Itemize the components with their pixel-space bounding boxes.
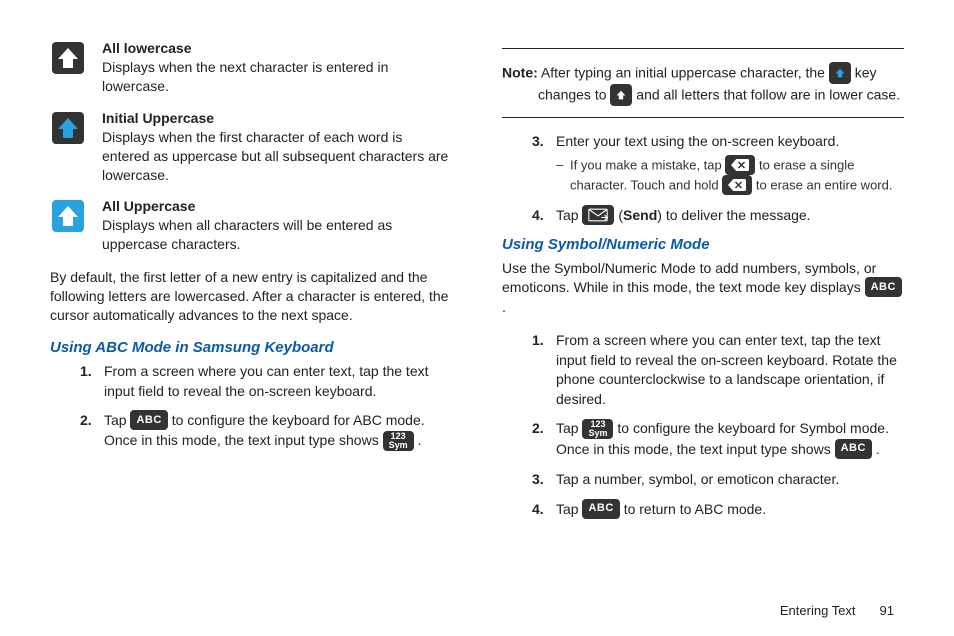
backspace-key-icon (725, 155, 755, 175)
abc-key-icon: ABC (582, 499, 619, 519)
sym-key-icon: 123Sym (383, 431, 414, 451)
step-number: 2. (532, 419, 544, 439)
page-number: 91 (880, 603, 894, 618)
step-text: From a screen where you can enter text, … (556, 332, 897, 407)
abc-mode-steps: 1. From a screen where you can enter tex… (50, 362, 452, 452)
step-number: 1. (80, 362, 92, 382)
backspace-key-icon (722, 175, 752, 195)
shift-all-upper-icon (50, 198, 86, 234)
abc-mode-heading: Using ABC Mode in Samsung Keyboard (50, 339, 452, 356)
s4b: to return to ABC mode. (624, 501, 766, 517)
s2c: . (876, 441, 880, 457)
rule-top (502, 48, 904, 49)
sym-key-icon: 123Sym (582, 419, 613, 439)
abc-key-icon: ABC (130, 410, 167, 430)
shift-initial-upper-icon (610, 84, 632, 106)
page-footer: Entering Text 91 (780, 603, 894, 618)
sub-bullet: If you make a mistake, tap to erase a si… (556, 156, 904, 196)
shift-lowercase-icon (50, 40, 86, 76)
intro-a: Use the Symbol/Numeric Mode to add numbe… (502, 260, 876, 295)
step-number: 3. (532, 470, 544, 490)
shift-lowercase-icon (829, 62, 851, 84)
note-label: Note: (502, 65, 538, 81)
s4d: ) to deliver the message. (657, 207, 810, 223)
note-text-a: After typing an initial uppercase charac… (541, 65, 829, 81)
step-text-c: . (418, 432, 422, 448)
shift-initial-upper-icon (50, 110, 86, 146)
left-column: All lowercase Displays when the next cha… (50, 40, 462, 616)
symbol-mode-steps: 1. From a screen where you can enter tex… (502, 331, 904, 520)
step-text: Tap a number, symbol, or emoticon charac… (556, 471, 839, 487)
def-body: Displays when all characters will be ent… (102, 216, 452, 254)
abc-key-icon: ABC (865, 277, 902, 297)
step-1: 1. From a screen where you can enter tex… (532, 331, 904, 409)
abc-mode-steps-cont: 3. Enter your text using the on-screen k… (502, 132, 904, 226)
send-label: Send (623, 207, 657, 223)
step-number: 2. (80, 411, 92, 431)
step-number: 4. (532, 206, 544, 226)
note-block: Note: After typing an initial uppercase … (502, 63, 904, 107)
send-key-icon (582, 205, 614, 225)
shift-state-all-upper: All Uppercase Displays when all characte… (50, 198, 452, 254)
definition-text: All Uppercase Displays when all characte… (102, 198, 452, 254)
step-3: 3. Tap a number, symbol, or emoticon cha… (532, 470, 904, 490)
step-2: 2. Tap ABC to configure the keyboard for… (80, 411, 452, 452)
step-number: 4. (532, 500, 544, 520)
step-number: 1. (532, 331, 544, 351)
step-2: 2. Tap 123Sym to configure the keyboard … (532, 419, 904, 460)
right-column: Note: After typing an initial uppercase … (492, 40, 904, 616)
def-title: All Uppercase (102, 198, 452, 214)
default-behavior-para: By default, the first letter of a new en… (50, 268, 452, 325)
symbol-mode-heading: Using Symbol/Numeric Mode (502, 236, 904, 253)
step-number: 3. (532, 132, 544, 152)
shift-state-lowercase: All lowercase Displays when the next cha… (50, 40, 452, 96)
step-text-a: Tap (104, 412, 130, 428)
symbol-mode-intro: Use the Symbol/Numeric Mode to add numbe… (502, 259, 904, 317)
def-title: Initial Uppercase (102, 110, 452, 126)
sub-c: to erase an entire word. (756, 177, 893, 192)
s4a: Tap (556, 207, 582, 223)
intro-b: . (502, 299, 506, 315)
step-text: From a screen where you can enter text, … (104, 363, 429, 399)
step-text: Enter your text using the on-screen keyb… (556, 133, 839, 149)
def-body: Displays when the first character of eac… (102, 128, 452, 185)
step-4: 4. Tap ABC to return to ABC mode. (532, 500, 904, 520)
abc-key-icon: ABC (835, 439, 872, 459)
sub-a: If you make a mistake, tap (570, 157, 725, 172)
def-body: Displays when the next character is ente… (102, 58, 452, 96)
shift-state-initial-upper: Initial Uppercase Displays when the firs… (50, 110, 452, 185)
def-title: All lowercase (102, 40, 452, 56)
definition-text: Initial Uppercase Displays when the firs… (102, 110, 452, 185)
step-3: 3. Enter your text using the on-screen k… (532, 132, 904, 196)
section-name: Entering Text (780, 603, 856, 618)
note-text-c: and all letters that follow are in lower… (636, 87, 900, 103)
step-1: 1. From a screen where you can enter tex… (80, 362, 452, 401)
s4a: Tap (556, 501, 582, 517)
rule-bottom (502, 117, 904, 118)
s2a: Tap (556, 420, 582, 436)
step-4: 4. Tap (Send) to deliver the message. (532, 206, 904, 226)
definition-text: All lowercase Displays when the next cha… (102, 40, 452, 96)
